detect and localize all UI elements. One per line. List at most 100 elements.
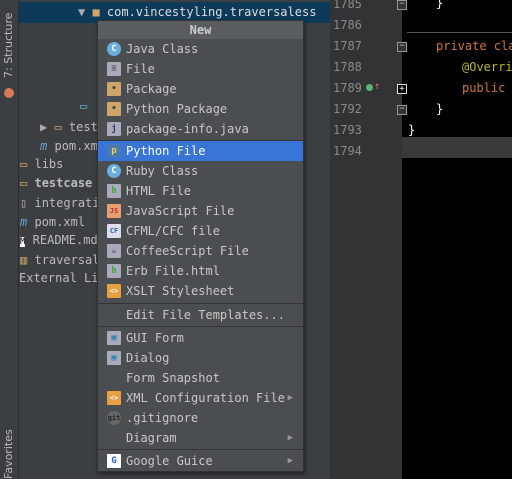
line-number: 1792 bbox=[333, 102, 362, 116]
menu-item-gui-form[interactable]: ▣ GUI Form bbox=[98, 328, 303, 348]
override-arrow-icon[interactable]: ↑ bbox=[374, 81, 380, 92]
javascript-icon: JS bbox=[107, 204, 121, 218]
menu-item-erb-file-html[interactable]: h Erb File.html bbox=[98, 261, 303, 281]
form-icon: ▣ bbox=[107, 331, 121, 345]
code-brace: } bbox=[408, 123, 416, 137]
expand-fold-icon[interactable]: + bbox=[397, 84, 407, 94]
coffeescript-icon: ☕ bbox=[107, 244, 121, 258]
menu-item-label: Ruby Class bbox=[126, 164, 199, 178]
cf-icon: CF bbox=[107, 224, 121, 238]
menu-item-label: Python Package bbox=[126, 102, 228, 116]
menu-item-label: Java Class bbox=[126, 42, 199, 56]
google-icon: G bbox=[107, 454, 121, 468]
python-icon: p bbox=[107, 144, 121, 158]
package-icon: • bbox=[107, 82, 121, 96]
code-line: @Overri bbox=[462, 60, 512, 74]
code-line: private cla bbox=[436, 39, 512, 53]
menu-item-form-snapshot[interactable]: Form Snapshot bbox=[98, 368, 303, 388]
menu-item-label: Erb File.html bbox=[126, 264, 220, 278]
tree-label: com.vincestyling.traversaless bbox=[106, 5, 317, 19]
form-icon: ▣ bbox=[107, 351, 121, 365]
xslt-icon: <> bbox=[107, 284, 121, 298]
git-icon: git bbox=[107, 411, 121, 425]
menu-item-label: JavaScript File bbox=[126, 204, 235, 218]
tree-item[interactable]: ▯ integrati bbox=[20, 193, 100, 213]
menu-item-java-class[interactable]: C Java Class bbox=[98, 39, 303, 59]
java-file-icon: j bbox=[107, 122, 121, 136]
menu-item-label: .gitignore bbox=[126, 411, 199, 425]
tree-item[interactable]: ▭ testcase bbox=[20, 173, 92, 193]
tree-item[interactable]: ▥ traversal bbox=[20, 250, 100, 270]
menu-item-label: HTML File bbox=[126, 184, 192, 198]
menu-item-diagram[interactable]: Diagram ▶ bbox=[98, 428, 303, 448]
tree-item[interactable]: External Lib bbox=[19, 268, 106, 288]
menu-item-label: Form Snapshot bbox=[126, 371, 220, 385]
file-icon: ≡ bbox=[107, 62, 121, 76]
menu-item-cfml-cfc-file[interactable]: CF CFML/CFC file bbox=[98, 221, 303, 241]
java-class-icon: C bbox=[107, 42, 121, 56]
menu-item-label: Package bbox=[126, 82, 177, 96]
menu-title: New bbox=[98, 21, 303, 39]
tree-item[interactable]: ▭ bbox=[80, 96, 87, 116]
menu-item-javascript-file[interactable]: JS JavaScript File bbox=[98, 201, 303, 221]
structure-tab[interactable]: 7: Structure bbox=[2, 13, 15, 78]
fold-icon[interactable]: − bbox=[397, 0, 407, 10]
current-line bbox=[402, 137, 512, 158]
menu-item-label: GUI Form bbox=[126, 331, 184, 345]
tree-item[interactable]: ▭ libs bbox=[20, 154, 63, 174]
menu-item-html-file[interactable]: h HTML File bbox=[98, 181, 303, 201]
submenu-arrow-icon: ▶ bbox=[287, 433, 293, 443]
menu-separator bbox=[98, 303, 303, 304]
menu-item-label: Edit File Templates... bbox=[126, 308, 285, 322]
package-icon: ■ bbox=[92, 5, 107, 19]
package-icon: • bbox=[107, 102, 121, 116]
line-number: 1789 bbox=[333, 81, 362, 95]
line-number: 1794 bbox=[333, 144, 362, 158]
menu-separator bbox=[98, 326, 303, 327]
menu-item-label: Diagram bbox=[126, 431, 177, 445]
menu-item-label: CFML/CFC file bbox=[126, 224, 220, 238]
menu-item-package-info-java[interactable]: j package-info.java bbox=[98, 119, 303, 139]
line-number: 1785 bbox=[333, 0, 362, 11]
menu-item-coffeescript-file[interactable]: ☕ CoffeeScript File bbox=[98, 241, 303, 261]
tree-item[interactable]: m pom.xml bbox=[20, 212, 85, 232]
implements-icon[interactable] bbox=[366, 84, 373, 91]
tree-item[interactable]: M README.md bbox=[20, 230, 98, 250]
menu-separator bbox=[98, 449, 303, 450]
line-number: 1787 bbox=[333, 39, 362, 53]
menu-item-google-guice[interactable]: G Google Guice ▶ bbox=[98, 451, 303, 471]
structure-icon bbox=[4, 88, 14, 98]
menu-item-package[interactable]: • Package bbox=[98, 79, 303, 99]
favorites-tab[interactable]: Favorites bbox=[2, 429, 15, 479]
menu-item-xslt-stylesheet[interactable]: <> XSLT Stylesheet bbox=[98, 281, 303, 301]
menu-item-edit-file-templates[interactable]: Edit File Templates... bbox=[98, 305, 303, 325]
menu-item-python-file[interactable]: p Python File bbox=[98, 141, 303, 161]
menu-item-ruby-class[interactable]: C Ruby Class bbox=[98, 161, 303, 181]
menu-item-label: File bbox=[126, 62, 155, 76]
method-separator bbox=[407, 32, 512, 33]
menu-item-label: CoffeeScript File bbox=[126, 244, 249, 258]
code-brace: } bbox=[436, 102, 444, 116]
html-icon: h bbox=[107, 184, 121, 198]
code-brace: } bbox=[436, 0, 444, 10]
ruby-class-icon: C bbox=[107, 164, 121, 178]
menu-item-gitignore[interactable]: git .gitignore bbox=[98, 408, 303, 428]
menu-item-label: Python File bbox=[126, 144, 206, 158]
tree-item[interactable]: ▶ ▭ test bbox=[40, 117, 98, 137]
menu-item-label: package-info.java bbox=[126, 122, 249, 136]
line-number: 1793 bbox=[333, 123, 362, 137]
line-number: 1788 bbox=[333, 60, 362, 74]
fold-icon[interactable]: − bbox=[397, 42, 407, 52]
expand-arrow-icon[interactable]: ▼ bbox=[78, 5, 92, 19]
menu-item-label: Dialog bbox=[126, 351, 170, 365]
menu-item-xml-configuration-file[interactable]: <> XML Configuration File ▶ bbox=[98, 388, 303, 408]
line-number: 1786 bbox=[333, 18, 362, 32]
tree-item[interactable]: m pom.xml bbox=[40, 136, 105, 156]
menu-item-label: XSLT Stylesheet bbox=[126, 284, 235, 298]
fold-icon[interactable]: − bbox=[397, 105, 407, 115]
menu-item-dialog[interactable]: ▣ Dialog bbox=[98, 348, 303, 368]
tree-row-selected[interactable]: ▼ ■ com.vincestyling.traversaless bbox=[78, 2, 316, 22]
menu-item-label: XML Configuration File bbox=[126, 391, 285, 405]
menu-item-python-package[interactable]: • Python Package bbox=[98, 99, 303, 119]
menu-item-file[interactable]: ≡ File bbox=[98, 59, 303, 79]
